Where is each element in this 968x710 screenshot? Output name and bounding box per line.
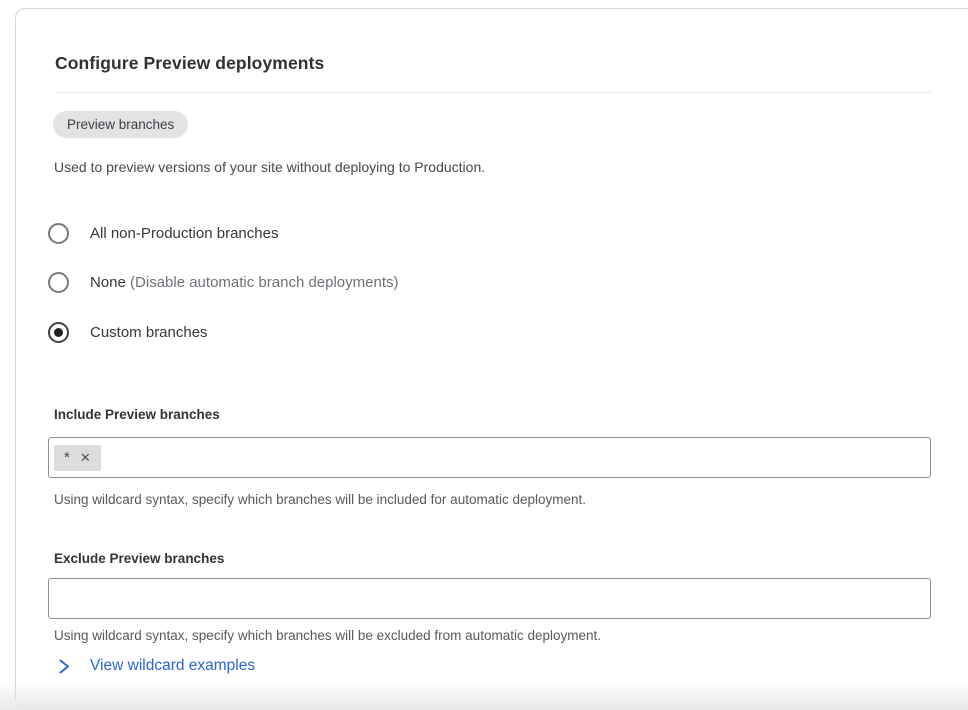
radio-option-label: Custom branches (90, 324, 208, 341)
preview-deployments-panel: Configure Preview deployments Preview br… (15, 8, 968, 708)
preview-branches-badge: Preview branches (53, 111, 188, 138)
page-title: Configure Preview deployments (55, 53, 324, 74)
exclude-branches-text-field[interactable] (56, 579, 922, 618)
radio-option-custom-branches[interactable]: Custom branches (48, 321, 208, 343)
title-divider (55, 92, 931, 93)
tag-value: * (64, 448, 70, 468)
wildcard-tag-chip: * ✕ (54, 445, 101, 471)
include-branches-input[interactable]: * ✕ (48, 437, 931, 478)
section-description: Used to preview versions of your site wi… (54, 159, 485, 175)
tag-remove-icon[interactable]: ✕ (80, 451, 91, 464)
link-label: View wildcard examples (90, 657, 255, 675)
exclude-helper-text: Using wildcard syntax, specify which bra… (54, 628, 601, 643)
radio-option-all-non-production[interactable]: All non-Production branches (48, 222, 278, 244)
exclude-branches-label: Exclude Preview branches (54, 551, 224, 566)
chevron-right-icon (57, 658, 71, 675)
radio-icon-selected (48, 322, 69, 343)
include-helper-text: Using wildcard syntax, specify which bra… (54, 492, 586, 507)
include-branches-label: Include Preview branches (54, 407, 220, 422)
include-branches-text-field[interactable] (107, 438, 922, 477)
radio-option-none[interactable]: None (Disable automatic branch deploymen… (48, 271, 399, 293)
radio-option-label: None (90, 274, 126, 291)
radio-icon (48, 272, 69, 293)
radio-option-label: All non-Production branches (90, 225, 278, 242)
exclude-branches-input[interactable] (48, 578, 931, 619)
radio-icon (48, 223, 69, 244)
radio-option-label-muted: (Disable automatic branch deployments) (130, 274, 398, 291)
view-wildcard-examples-link[interactable]: View wildcard examples (57, 657, 255, 675)
